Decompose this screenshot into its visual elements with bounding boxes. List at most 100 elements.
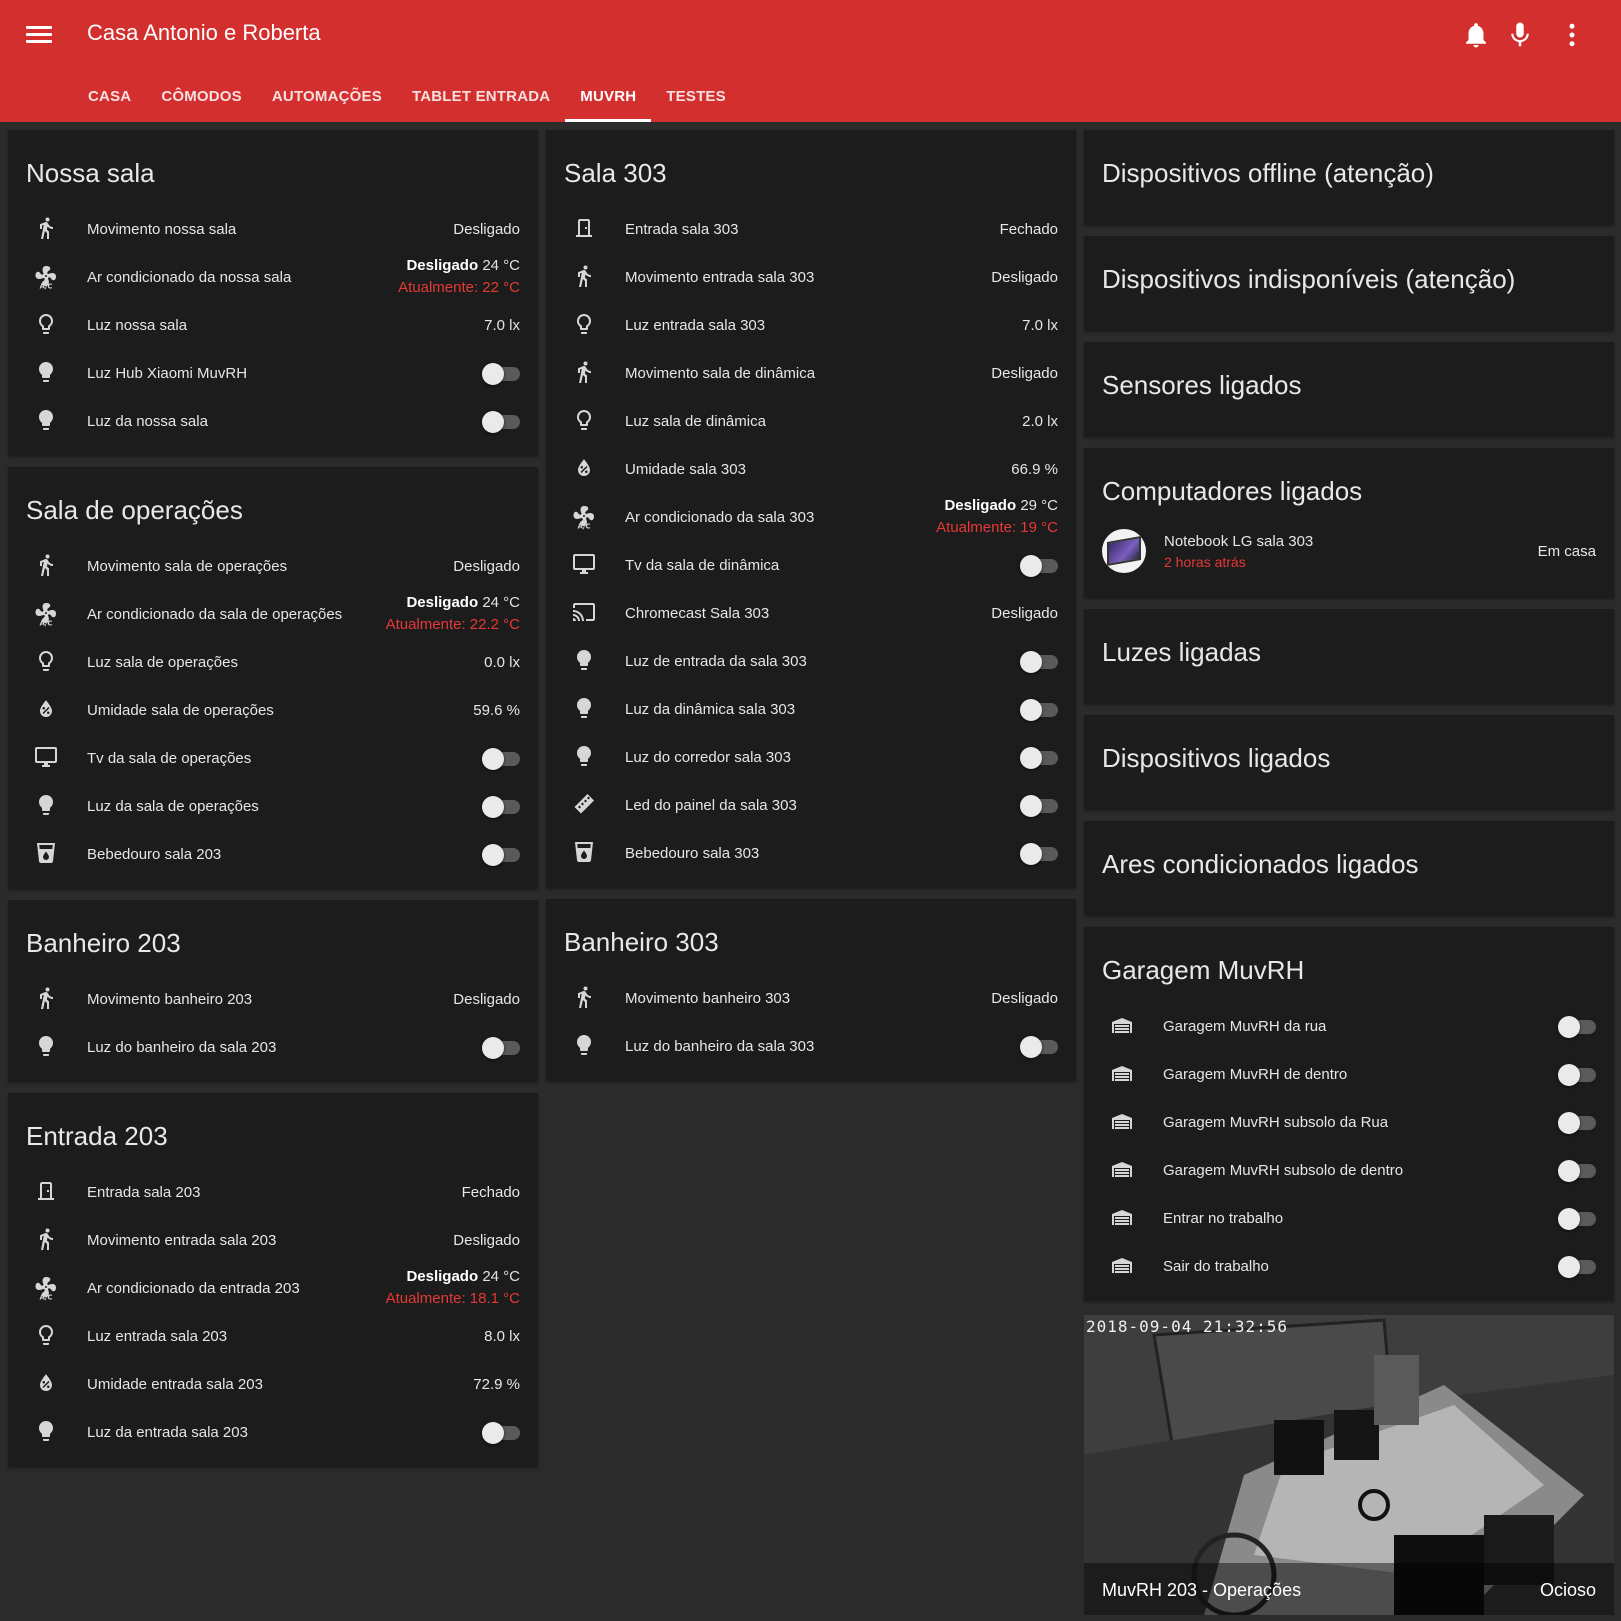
entity-row[interactable]: Umidade sala de operações 59.6 % [26,686,520,734]
entity-row[interactable]: Luz entrada sala 303 7.0 lx [564,301,1058,349]
tab-0[interactable]: CASA [73,82,146,122]
toggle-switch[interactable] [1558,1014,1598,1038]
toggle-switch[interactable] [1020,1034,1060,1058]
entity-row[interactable]: Luz do banheiro da sala 203 [26,1023,520,1071]
entity-row[interactable]: Garagem MuvRH subsolo da Rua [1102,1098,1596,1146]
entity-name: Garagem MuvRH de dentro [1163,1065,1348,1083]
toggle-switch[interactable] [1020,793,1060,817]
toggle-switch[interactable] [1558,1062,1598,1086]
entity-row[interactable]: Luz do corredor sala 303 [564,733,1058,781]
entity-row[interactable]: Luz da entrada sala 203 [26,1408,520,1456]
entity-row[interactable]: Entrar no trabalho [1102,1194,1596,1242]
entity-row[interactable]: Luz da nossa sala [26,397,520,445]
entity-name: Luz de entrada da sala 303 [625,652,807,670]
entity-row[interactable]: A/C Ar condicionado da sala de operações D… [26,590,520,638]
entity-row[interactable]: Luz sala de dinâmica 2.0 lx [564,397,1058,445]
card-sensores-ligados: Sensores ligados [1084,342,1614,436]
entity-row[interactable]: A/C Ar condicionado da sala 303 Desligado … [564,493,1058,541]
entity-row[interactable]: Umidade entrada sala 203 72.9 % [26,1360,520,1408]
toggle-switch[interactable] [482,842,522,866]
led-strip-icon [564,785,604,825]
entity-row[interactable]: Bebedouro sala 203 [26,830,520,878]
toggle-switch[interactable] [1558,1206,1598,1230]
climate-state: Desligado 24 °C Atualmente: 22 °C [398,255,520,299]
app-title: Casa Antonio e Roberta [87,20,321,45]
toggle-switch[interactable] [482,746,522,770]
camera-timestamp: 2018-09-04 21:32:56 [1086,1317,1289,1336]
toggle-switch[interactable] [1558,1110,1598,1134]
entity-row[interactable]: Led do painel da sala 303 [564,781,1058,829]
tab-2[interactable]: AUTOMAÇÕES [257,82,397,122]
tab-3[interactable]: TABLET ENTRADA [397,82,565,122]
entity-row[interactable]: A/C Ar condicionado da nossa sala Desligad… [26,253,520,301]
entity-row[interactable]: Luz da sala de operações [26,782,520,830]
toggle-switch[interactable] [1558,1158,1598,1182]
entity-row[interactable]: A/C Ar condicionado da entrada 203 Desliga… [26,1264,520,1312]
walk-icon [564,257,604,297]
computer-row[interactable]: Notebook LG sala 303 2 horas atrás Em ca… [1102,523,1596,579]
entity-name: Ar condicionado da sala 303 [625,508,815,526]
entity-row[interactable]: Entrada sala 203 Fechado [26,1168,520,1216]
entity-row[interactable]: Luz da dinâmica sala 303 [564,685,1058,733]
toggle-switch[interactable] [482,1420,522,1444]
camera-feed[interactable]: 2018-09-04 21:32:56 MuvRH 203 - Operaçõe… [1084,1315,1614,1615]
card-title: Sala de operações [26,495,243,525]
entity-row[interactable]: Movimento sala de dinâmica Desligado [564,349,1058,397]
toggle-switch[interactable] [1020,553,1060,577]
notifications-bell-icon[interactable] [1461,20,1491,50]
entity-row[interactable]: Movimento entrada sala 203 Desligado [26,1216,520,1264]
toggle-switch[interactable] [1020,649,1060,673]
entity-row[interactable]: Movimento nossa sala Desligado [26,205,520,253]
toggle-switch[interactable] [482,361,522,385]
entity-row[interactable]: Movimento entrada sala 303 Desligado [564,253,1058,301]
app-header: Casa Antonio e Roberta CASA CÔMODOS AUTOMA… [0,0,1621,122]
entity-row[interactable]: Movimento banheiro 203 Desligado [26,975,520,1023]
toggle-switch[interactable] [1558,1254,1598,1278]
toggle-switch[interactable] [1020,841,1060,865]
entity-row[interactable]: Tv da sala de operações [26,734,520,782]
toggle-switch[interactable] [482,794,522,818]
walk-icon [26,209,66,249]
tab-1[interactable]: CÔMODOS [146,82,257,122]
entity-row[interactable]: Luz do banheiro da sala 303 [564,1022,1058,1070]
more-vertical-icon[interactable] [1557,20,1587,50]
toggle-switch[interactable] [482,1035,522,1059]
entity-row[interactable]: Tv da sala de dinâmica [564,541,1058,589]
computer-name: Notebook LG sala 303 [1164,532,1314,550]
entity-name: Garagem MuvRH subsolo da Rua [1163,1113,1389,1131]
entity-row[interactable]: Entrada sala 303 Fechado [564,205,1058,253]
entity-row[interactable]: Luz Hub Xiaomi MuvRH [26,349,520,397]
entity-row[interactable]: Sair do trabalho [1102,1242,1596,1290]
entity-row[interactable]: Luz entrada sala 203 8.0 lx [26,1312,520,1360]
microphone-icon[interactable] [1505,20,1535,50]
entity-state: 0.0 lx [484,653,520,671]
entity-row[interactable]: Garagem MuvRH subsolo de dentro [1102,1146,1596,1194]
entity-row[interactable]: Garagem MuvRH da rua [1102,1002,1596,1050]
entity-row[interactable]: Movimento banheiro 303 Desligado [564,974,1058,1022]
entity-row[interactable]: Chromecast Sala 303 Desligado [564,589,1058,637]
tab-4[interactable]: MUVRH [565,82,652,122]
climate-mode: Desligado [406,594,479,611]
tab-5[interactable]: TESTES [651,82,741,122]
entity-row[interactable]: Umidade sala 303 66.9 % [564,445,1058,493]
entity-row[interactable]: Luz nossa sala 7.0 lx [26,301,520,349]
lightbulb-outline-icon [26,305,66,345]
entity-row[interactable]: Bebedouro sala 303 [564,829,1058,877]
entity-row[interactable]: Movimento sala de operações Desligado [26,542,520,590]
entity-state: Desligado [453,220,520,238]
entity-row[interactable]: Luz sala de operações 0.0 lx [26,638,520,686]
entity-name: Chromecast Sala 303 [625,604,770,622]
entity-name: Ar condicionado da nossa sala [87,268,292,286]
toggle-switch[interactable] [1020,745,1060,769]
entity-name: Ar condicionado da sala de operações [87,605,343,623]
toggle-switch[interactable] [482,409,522,433]
entity-state: Fechado [461,1183,520,1201]
toggle-switch[interactable] [1020,697,1060,721]
entity-state: Desligado [991,989,1058,1007]
climate-state: Desligado 24 °C Atualmente: 22.2 °C [386,592,520,636]
lightbulb-icon [26,401,66,441]
entity-row[interactable]: Garagem MuvRH de dentro [1102,1050,1596,1098]
entity-row[interactable]: Luz de entrada da sala 303 [564,637,1058,685]
entity-name: Ar condicionado da entrada 203 [87,1279,300,1297]
menu-icon[interactable] [26,22,52,48]
